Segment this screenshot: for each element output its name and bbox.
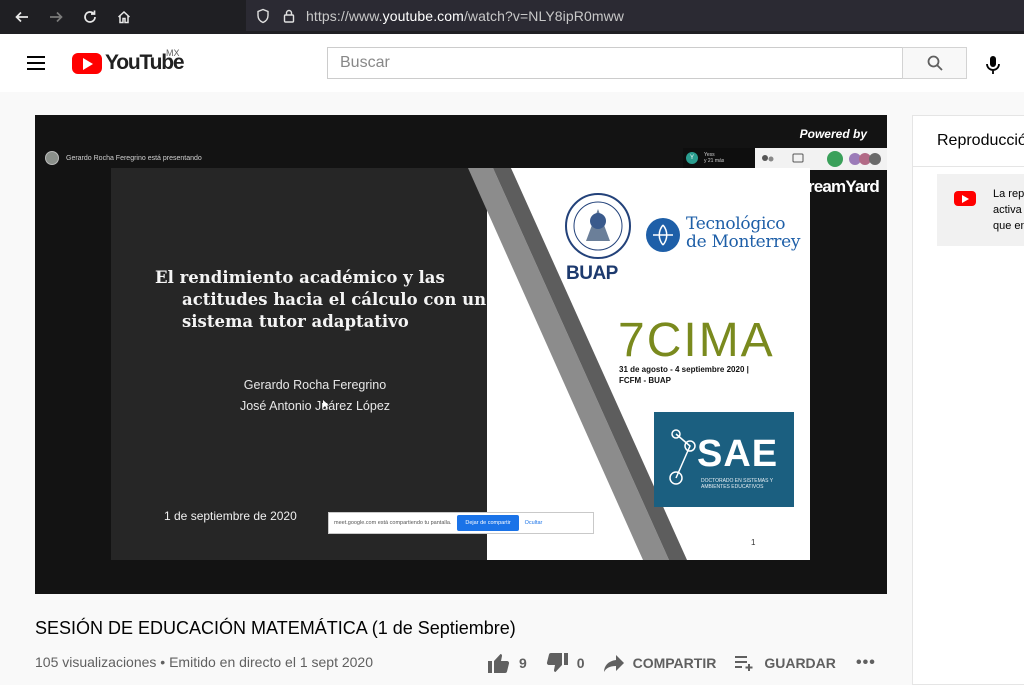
live-chat-notice: La rep activa que en — [937, 174, 1024, 246]
slide-authors: Gerardo Rocha Feregrino José Antonio Juá… — [239, 378, 391, 413]
live-chat-panel: Reproducción La rep activa que en — [912, 115, 1024, 685]
search-icon — [927, 55, 943, 71]
cima-label: 7CIMA — [618, 314, 775, 367]
lock-icon — [283, 9, 295, 23]
powered-by-label: Powered by — [799, 127, 867, 141]
video-actions: 9 0 COMPARTIR GUARDAR — [487, 650, 854, 676]
slide-dark-panel — [111, 168, 511, 560]
more-actions-icon[interactable]: ••• — [856, 654, 876, 672]
tec-monterrey-label: Tecnológico de Monterrey — [686, 214, 801, 252]
mouse-cursor-icon — [323, 400, 329, 409]
cima-subtitle: 31 de agosto - 4 septiembre 2020 | FCFM … — [619, 365, 749, 385]
home-icon — [117, 10, 131, 24]
thumbs-down-icon — [546, 653, 568, 672]
youtube-masthead: YouTube MX — [0, 34, 1024, 92]
voice-search-button[interactable] — [975, 47, 1011, 83]
forward-icon — [50, 11, 63, 23]
search-box — [327, 47, 903, 79]
video-title: SESIÓN DE EDUCACIÓN MATEMÁTICA (1 de Sep… — [35, 618, 516, 638]
youtube-icon — [954, 191, 976, 206]
like-button[interactable]: 9 — [487, 652, 527, 674]
viewer-avatar: Y — [686, 152, 698, 164]
forward-button[interactable] — [41, 2, 71, 32]
dislike-button[interactable]: 0 — [545, 652, 585, 674]
browser-toolbar: https://www.youtube.com/watch?v=NLY8ipR0… — [0, 0, 1024, 34]
url-text: https://www.youtube.com/watch?v=NLY8ipR0… — [306, 7, 625, 24]
streamyard-toolbar — [755, 148, 887, 170]
video-meta: 105 visualizaciones • Emitido en directo… — [35, 654, 373, 670]
youtube-play-icon — [72, 52, 102, 74]
tec-globe-icon — [646, 218, 680, 252]
share-button[interactable]: COMPARTIR — [603, 653, 716, 673]
menu-icon[interactable] — [24, 52, 48, 74]
country-code: MX — [166, 48, 180, 58]
share-message: meet.google.com está compartiendo tu pan… — [334, 520, 452, 526]
viewer-count: Y Yess y 21 más — [686, 152, 724, 164]
shield-icon — [257, 8, 269, 23]
hide-share-button[interactable]: Ocultar — [525, 520, 543, 526]
sae-label: SAE — [697, 433, 779, 475]
mic-icon — [986, 56, 1000, 74]
reload-button[interactable] — [75, 2, 105, 32]
sae-subtitle: DOCTORADO EN SISTEMAS Y AMBIENTES EDUCAT… — [701, 478, 774, 490]
participants-icon — [762, 151, 881, 167]
live-chat-header: Reproducción — [937, 132, 1024, 149]
playlist-add-icon — [735, 656, 753, 671]
share-icon — [603, 655, 624, 672]
buap-label: BUAP — [566, 263, 618, 284]
address-bar[interactable]: https://www.youtube.com/watch?v=NLY8ipR0… — [246, 0, 1024, 31]
thumbs-up-icon — [488, 654, 510, 673]
screen-share-bar: meet.google.com está compartiendo tu pan… — [328, 512, 594, 534]
back-button[interactable] — [7, 2, 37, 32]
home-button[interactable] — [109, 2, 139, 32]
stop-sharing-button[interactable]: Dejar de compartir — [457, 515, 519, 531]
notice-text: La rep activa que en — [993, 188, 1024, 232]
buap-seal-icon — [565, 193, 631, 259]
reload-icon — [84, 10, 96, 23]
presenter-label: Gerardo Rocha Feregrino está presentando — [45, 151, 202, 165]
slide-date: 1 de septiembre de 2020 — [164, 509, 297, 523]
save-button[interactable]: GUARDAR — [734, 654, 836, 672]
slide-page-number: 1 — [751, 538, 756, 547]
presenter-avatar — [45, 151, 59, 165]
search-input[interactable] — [340, 54, 902, 72]
slide-title: El rendimiento académico y las actitudes… — [155, 268, 487, 331]
video-player[interactable]: Gerardo Rocha Feregrino está presentando… — [35, 115, 887, 594]
divider — [913, 166, 1024, 167]
search-button[interactable] — [902, 47, 967, 79]
back-icon — [15, 11, 28, 23]
